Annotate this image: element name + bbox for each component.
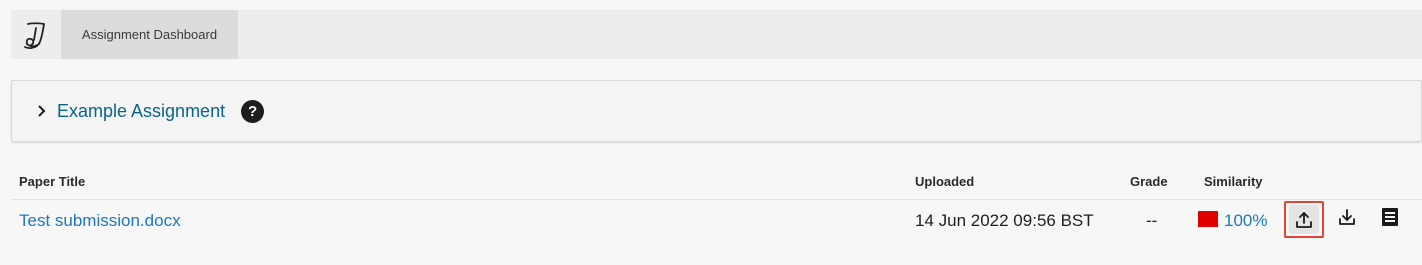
- header-paper-title: Paper Title: [19, 174, 86, 189]
- download-icon: [1337, 207, 1357, 232]
- uploaded-date: 14 Jun 2022 09:56 BST: [915, 211, 1094, 230]
- help-icon[interactable]: ?: [241, 99, 265, 123]
- similarity-color-swatch: [1198, 211, 1218, 227]
- header-grade: Grade: [1130, 174, 1168, 189]
- tab-assignment-dashboard[interactable]: Assignment Dashboard: [61, 10, 238, 59]
- top-navigation-bar: Assignment Dashboard: [11, 10, 1422, 59]
- assignment-panel: Example Assignment ?: [11, 80, 1422, 142]
- turnitin-logo-icon[interactable]: [11, 10, 61, 59]
- chevron-right-icon[interactable]: [37, 104, 49, 118]
- similarity-score-link[interactable]: 100%: [1224, 210, 1267, 232]
- header-uploaded: Uploaded: [915, 174, 975, 189]
- document-icon: [1381, 207, 1399, 232]
- assignment-title-link[interactable]: Example Assignment: [57, 101, 225, 122]
- header-similarity: Similarity: [1204, 174, 1263, 189]
- grade-value: --: [1146, 211, 1158, 230]
- upload-icon: [1289, 205, 1319, 234]
- table-divider: [11, 199, 1422, 200]
- submission-details-button[interactable]: [1370, 201, 1410, 237]
- tab-label: Assignment Dashboard: [81, 27, 218, 42]
- download-button[interactable]: [1327, 201, 1367, 237]
- upload-button[interactable]: [1284, 201, 1324, 238]
- paper-title-link[interactable]: Test submission.docx: [19, 210, 181, 232]
